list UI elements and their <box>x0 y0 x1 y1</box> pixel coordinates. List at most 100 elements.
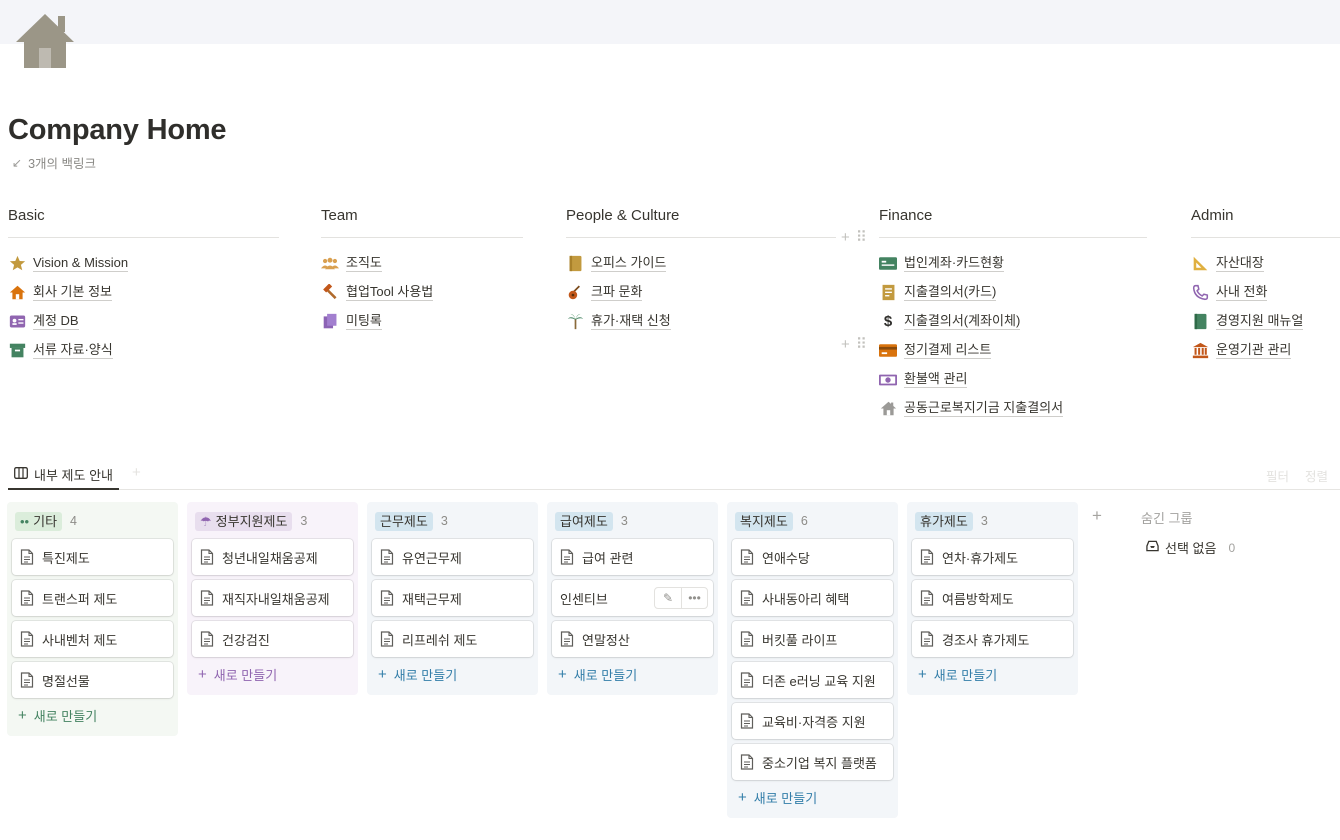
block-handle[interactable]: + ⠿ <box>841 335 867 354</box>
board-card[interactable]: 트랜스퍼 제도 <box>12 580 173 616</box>
board-card[interactable]: 버킷풀 라이프 <box>732 621 893 657</box>
link-corporate-accounts[interactable]: 법인계좌·카드현황 <box>879 249 1147 278</box>
new-card-button[interactable]: + 새로 만들기 <box>732 782 893 812</box>
page-doc-icon <box>740 549 754 565</box>
board-card[interactable]: 중소기업 복지 플랫폼 <box>732 744 893 780</box>
page-doc-icon <box>740 713 754 729</box>
board-group: ☂ 정부지원제도 3 청년내일채움공제재직자내일채움공제건강검진 + 새로 만들기 <box>187 502 358 695</box>
page-doc-icon <box>740 754 754 770</box>
phone-icon <box>1191 284 1209 302</box>
ruler-triangle-icon <box>1191 255 1209 273</box>
home-icon[interactable] <box>14 12 76 70</box>
group-label: 급여제도 <box>555 511 613 531</box>
link-vision-mission[interactable]: Vision & Mission <box>8 249 279 278</box>
new-card-button[interactable]: + 새로 만들기 <box>372 659 533 689</box>
board-card[interactable]: 더존 e러닝 교육 지원 <box>732 662 893 698</box>
plus-icon: + <box>378 665 387 683</box>
sort-button[interactable]: 정렬 <box>1305 466 1328 485</box>
drag-handle-icon[interactable]: ⠿ <box>856 228 867 246</box>
board-card[interactable]: 인센티브 ✎ ••• <box>552 580 713 616</box>
card-title: 유연근무제 <box>402 550 462 566</box>
drag-handle-icon[interactable]: ⠿ <box>856 335 867 353</box>
add-group-plus-icon[interactable]: + <box>1092 506 1102 526</box>
page-title: Company Home <box>8 114 227 146</box>
link-welfare-fund[interactable]: 공동근로복지기금 지출결의서 <box>879 394 1147 423</box>
link-expense-card[interactable]: 지출결의서(카드) <box>879 278 1147 307</box>
link-label: 회사 기본 정보 <box>33 284 112 301</box>
link-label: 공동근로복지기금 지출결의서 <box>904 400 1064 417</box>
link-expense-transfer[interactable]: $ 지출결의서(계좌이체) <box>879 307 1147 336</box>
link-recurring-payments[interactable]: 정기결제 리스트 <box>879 336 1147 365</box>
group-header[interactable]: 휴가제도 3 <box>912 508 1073 534</box>
new-card-button[interactable]: + 새로 만들기 <box>552 659 713 689</box>
dollar-icon: $ <box>883 313 893 330</box>
link-institution-management[interactable]: 운영기관 관리 <box>1191 336 1340 365</box>
board-group: •• 기타 4 특진제도트랜스퍼 제도사내벤처 제도명절선물 + 새로 만들기 <box>7 502 178 736</box>
page-doc-icon <box>20 590 34 606</box>
plus-icon[interactable]: + <box>841 229 850 246</box>
board-card[interactable]: 리프레쉬 제도 <box>372 621 533 657</box>
link-label: 크파 문화 <box>591 284 643 301</box>
link-collab-tool[interactable]: 협업Tool 사용법 <box>321 278 523 307</box>
hammer-icon <box>321 284 339 302</box>
plus-icon[interactable]: + <box>841 336 850 353</box>
link-office-phone[interactable]: 사내 전화 <box>1191 278 1340 307</box>
board-card[interactable]: 명절선물 <box>12 662 173 698</box>
board-card[interactable]: 사내동아리 혜택 <box>732 580 893 616</box>
new-card-button[interactable]: + 새로 만들기 <box>912 659 1073 689</box>
new-card-button[interactable]: + 새로 만들기 <box>12 700 173 730</box>
link-account-db[interactable]: 계정 DB <box>8 307 279 336</box>
group-label: 휴가제도 <box>915 511 973 531</box>
link-office-guide[interactable]: 오피스 가이드 <box>566 249 836 278</box>
page-doc-icon <box>920 549 934 565</box>
card-title: 버킷풀 라이프 <box>762 632 838 648</box>
page-doc-icon <box>200 549 214 565</box>
arrow-down-left-icon: ↙ <box>12 155 23 170</box>
board-card[interactable]: 급여 관련 <box>552 539 713 575</box>
block-handle[interactable]: + ⠿ <box>841 228 867 247</box>
backlinks[interactable]: ↙ 3개의 백링크 <box>12 153 96 172</box>
filter-button[interactable]: 필터 <box>1266 466 1289 485</box>
board-card[interactable]: 연애수당 <box>732 539 893 575</box>
link-asset-ledger[interactable]: 자산대장 <box>1191 249 1340 278</box>
new-card-button[interactable]: + 새로 만들기 <box>192 659 353 689</box>
board-card[interactable]: 재직자내일채움공제 <box>192 580 353 616</box>
card-title: 트랜스퍼 제도 <box>42 591 118 607</box>
link-documents-forms[interactable]: 서류 자료·양식 <box>8 336 279 365</box>
group-header[interactable]: 복지제도 6 <box>732 508 893 534</box>
board-card[interactable]: 연말정산 <box>552 621 713 657</box>
board-card[interactable]: 사내벤처 제도 <box>12 621 173 657</box>
group-header[interactable]: 급여제도 3 <box>552 508 713 534</box>
add-view-plus-icon[interactable]: + <box>132 464 141 481</box>
link-refund-management[interactable]: 환불액 관리 <box>879 365 1147 394</box>
new-card-label: 새로 만들기 <box>393 667 458 683</box>
board-card[interactable]: 재택근무제 <box>372 580 533 616</box>
board-card[interactable]: 건강검진 <box>192 621 353 657</box>
link-org-chart[interactable]: 조직도 <box>321 249 523 278</box>
group-header[interactable]: •• 기타 4 <box>12 508 173 534</box>
page-doc-icon <box>200 590 214 606</box>
board-card[interactable]: 특진제도 <box>12 539 173 575</box>
link-vacation-request[interactable]: 휴가·재택 신청 <box>566 307 836 336</box>
group-header[interactable]: ☂ 정부지원제도 3 <box>192 508 353 534</box>
board-card[interactable]: 여름방학제도 <box>912 580 1073 616</box>
more-icon[interactable]: ••• <box>681 588 707 608</box>
link-label: 정기결제 리스트 <box>904 342 992 359</box>
board-card[interactable]: 연차·휴가제도 <box>912 539 1073 575</box>
pencil-icon[interactable]: ✎ <box>655 588 681 608</box>
section-basic: Basic Vision & Mission 회사 기본 정보 계정 DB 서류… <box>8 207 279 365</box>
link-meeting-notes[interactable]: 미팅록 <box>321 307 523 336</box>
board-card[interactable]: 유연근무제 <box>372 539 533 575</box>
link-company-info[interactable]: 회사 기본 정보 <box>8 278 279 307</box>
board-card[interactable]: 청년내일채움공제 <box>192 539 353 575</box>
card-title: 경조사 휴가제도 <box>942 632 1030 648</box>
group-header[interactable]: 근무제도 3 <box>372 508 533 534</box>
link-culture[interactable]: 크파 문화 <box>566 278 836 307</box>
board-card[interactable]: 교육비·자격증 지원 <box>732 703 893 739</box>
tab-board-view[interactable]: 내부 제도 안내 <box>8 460 119 490</box>
link-management-manual[interactable]: 경영지원 매뉴얼 <box>1191 307 1340 336</box>
card-title: 재직자내일채움공제 <box>222 591 330 607</box>
group-name: 근무제도 <box>380 513 428 529</box>
board-card[interactable]: 경조사 휴가제도 <box>912 621 1073 657</box>
hidden-group-item[interactable]: 선택 없음 0 <box>1146 538 1235 557</box>
